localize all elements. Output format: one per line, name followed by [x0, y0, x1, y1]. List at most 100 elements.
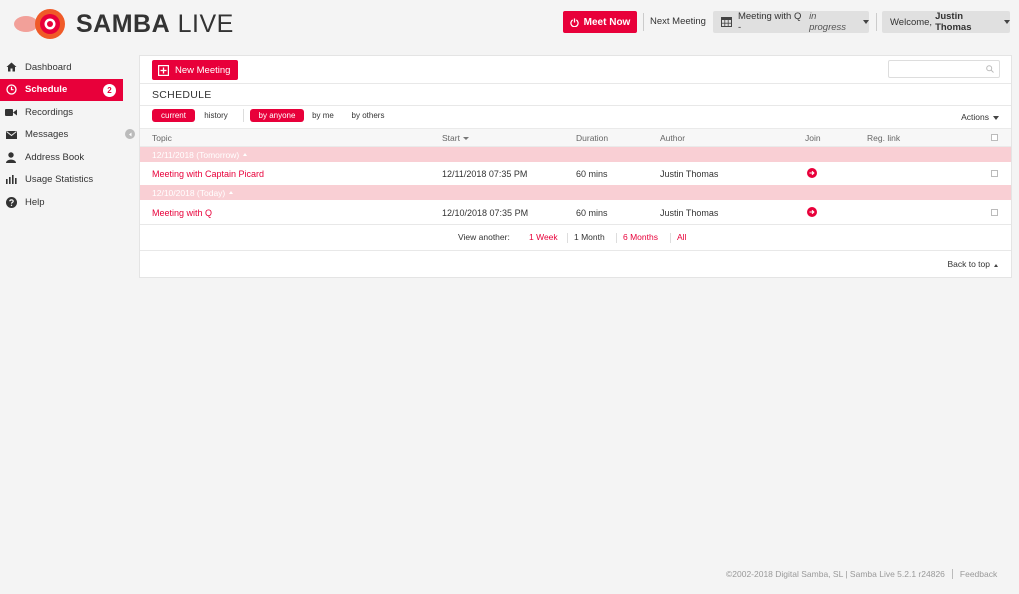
- copyright-text: ©2002-2018 Digital Samba, SL | Samba Liv…: [726, 569, 945, 579]
- next-meeting-status: in progress: [809, 11, 847, 33]
- sidebar-item-recordings[interactable]: Recordings: [0, 101, 123, 124]
- sidebar-item-label: Schedule: [25, 84, 68, 96]
- filter-by-me[interactable]: by me: [307, 109, 339, 122]
- logo-mark-icon: [12, 8, 72, 40]
- row-checkbox[interactable]: [991, 209, 998, 216]
- meeting-duration: 60 mins: [576, 169, 608, 179]
- column-duration[interactable]: Duration: [576, 133, 608, 143]
- date-group-header[interactable]: 12/10/2018 (Today): [140, 185, 1011, 200]
- table-row: Meeting with Captain Picard 12/11/2018 0…: [140, 162, 1011, 185]
- select-all-checkbox[interactable]: [991, 134, 998, 141]
- filter-bar: current history by anyone by me by other…: [140, 107, 1011, 127]
- top-bar: SAMBA LIVE Meet Now Next Meeting Meeting…: [0, 0, 1019, 48]
- schedule-panel: New Meeting SCHEDULE current history by …: [139, 55, 1012, 278]
- divider: [643, 13, 644, 31]
- row-checkbox[interactable]: [991, 170, 998, 177]
- sidebar-item-label: Dashboard: [25, 61, 72, 73]
- divider: [951, 569, 953, 579]
- new-meeting-button[interactable]: New Meeting: [152, 60, 238, 80]
- count-badge: 2: [103, 83, 116, 97]
- new-meeting-label: New Meeting: [175, 64, 231, 76]
- column-start[interactable]: Start: [442, 133, 469, 143]
- sidebar-item-schedule[interactable]: Schedule 2: [0, 78, 123, 101]
- user-icon: [5, 151, 17, 163]
- samba-live-logo[interactable]: SAMBA LIVE: [12, 8, 234, 40]
- chevron-up-icon: [994, 264, 998, 267]
- column-topic[interactable]: Topic: [152, 133, 172, 143]
- view-all-link[interactable]: All: [677, 232, 686, 242]
- user-menu-dropdown[interactable]: Welcome, Justin Thomas: [882, 11, 1010, 33]
- collapse-up-icon: [243, 153, 248, 156]
- sidebar-item-messages[interactable]: Messages: [0, 124, 123, 147]
- next-meeting-dropdown[interactable]: Meeting with Q - in progress: [713, 11, 869, 33]
- meeting-topic-link[interactable]: Meeting with Q: [152, 208, 212, 218]
- chevron-down-icon: [863, 20, 869, 24]
- filter-by-others[interactable]: by others: [345, 109, 391, 122]
- sidebar-item-label: Recordings: [25, 106, 74, 118]
- column-author[interactable]: Author: [660, 133, 685, 143]
- sort-down-icon: [462, 137, 469, 141]
- sidebar-item-address-book[interactable]: Address Book: [0, 146, 123, 169]
- help-icon: [5, 196, 17, 208]
- join-arrow-icon[interactable]: [807, 207, 817, 217]
- brand-name: SAMBA LIVE: [76, 9, 234, 38]
- view-1-week-link[interactable]: 1 Week: [529, 232, 558, 242]
- collapse-sidebar-button[interactable]: [125, 129, 135, 139]
- divider: [140, 83, 1011, 84]
- meet-now-button[interactable]: Meet Now: [563, 11, 637, 33]
- search-input[interactable]: [888, 60, 1000, 78]
- clock-icon: [5, 84, 17, 96]
- meeting-topic-link[interactable]: Meeting with Captain Picard: [152, 169, 264, 179]
- chevron-down-icon: [1004, 20, 1010, 24]
- collapse-up-icon: [229, 191, 234, 194]
- sidebar-item-label: Address Book: [25, 151, 85, 163]
- actions-label: Actions: [961, 112, 989, 122]
- sidebar-item-usage-statistics[interactable]: Usage Statistics: [0, 169, 123, 192]
- welcome-prefix: Welcome,: [890, 16, 933, 28]
- back-to-top-label: Back to top: [947, 259, 990, 269]
- calendar-icon: [721, 17, 732, 27]
- table-row: Meeting with Q 12/10/2018 07:35 PM 60 mi…: [140, 201, 1011, 224]
- divider: [616, 233, 617, 243]
- column-reg-link: Reg. link: [867, 133, 901, 143]
- feedback-link[interactable]: Feedback: [960, 569, 997, 579]
- divider: [140, 105, 1011, 106]
- sidebar-item-help[interactable]: Help: [0, 191, 123, 214]
- view-1-month-link[interactable]: 1 Month: [574, 232, 605, 242]
- power-icon: [569, 17, 579, 27]
- sidebar-item-dashboard[interactable]: Dashboard: [0, 56, 123, 79]
- view-another-bar: View another: 1 Week 1 Month 6 Months Al…: [140, 232, 1011, 246]
- sidebar-item-label: Help: [25, 196, 45, 208]
- next-meeting-name: Meeting with Q -: [737, 11, 802, 33]
- bar-chart-icon: [5, 174, 17, 186]
- actions-dropdown[interactable]: Actions: [961, 112, 999, 122]
- filter-current[interactable]: current: [152, 109, 195, 122]
- date-group-header[interactable]: 12/11/2018 (Tomorrow): [140, 147, 1011, 162]
- meet-now-label: Meet Now: [583, 16, 631, 28]
- join-arrow-icon[interactable]: [807, 168, 817, 178]
- meeting-start: 12/11/2018 07:35 PM: [442, 169, 528, 179]
- date-group-label: 12/11/2018 (Tomorrow): [152, 149, 240, 160]
- sidebar-item-label: Messages: [25, 129, 69, 141]
- chevron-left-icon: [128, 132, 131, 136]
- envelope-icon: [5, 129, 17, 141]
- divider: [140, 250, 1011, 251]
- date-group-label: 12/10/2018 (Today): [152, 187, 226, 198]
- view-6-months-link[interactable]: 6 Months: [623, 232, 658, 242]
- meeting-author: Justin Thomas: [660, 208, 719, 218]
- welcome-user: Justin Thomas: [935, 11, 972, 33]
- divider: [243, 109, 244, 122]
- meeting-start: 12/10/2018 07:35 PM: [442, 208, 529, 218]
- filter-by-anyone[interactable]: by anyone: [250, 109, 304, 122]
- meeting-duration: 60 mins: [576, 208, 608, 218]
- filter-history[interactable]: history: [198, 109, 234, 122]
- divider: [876, 13, 877, 31]
- page-title: SCHEDULE: [152, 89, 212, 101]
- view-another-label: View another:: [458, 232, 510, 242]
- sidebar: Dashboard Schedule 2 Recordings Messages…: [0, 56, 123, 214]
- back-to-top-link[interactable]: Back to top: [947, 259, 998, 269]
- next-meeting-label: Next Meeting: [650, 16, 706, 27]
- meeting-author: Justin Thomas: [660, 169, 719, 179]
- search-icon: [986, 65, 994, 73]
- divider: [140, 224, 1011, 225]
